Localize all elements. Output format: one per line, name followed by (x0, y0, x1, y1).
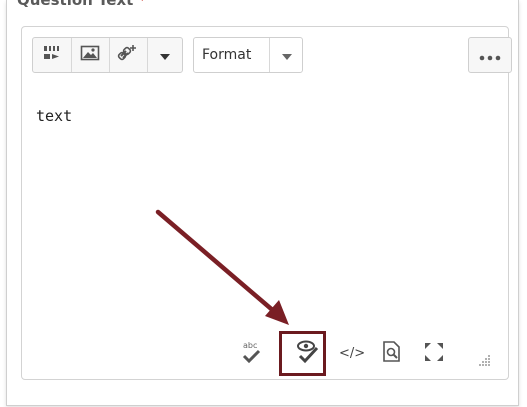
question-panel: Question Text * Format text abc </> (6, 0, 519, 406)
accessibility-checker-button[interactable] (293, 339, 323, 369)
insert-stuff-button[interactable] (33, 38, 72, 72)
spellcheck-button[interactable]: abc (237, 339, 267, 369)
format-dropdown-button[interactable] (269, 38, 303, 72)
source-code-text: </> (339, 346, 365, 361)
format-select-value: Format (202, 47, 252, 63)
preview-button[interactable] (377, 339, 407, 369)
fullscreen-button[interactable] (419, 339, 449, 369)
insert-stuff-icon (42, 44, 62, 66)
question-text-label: Question Text * (17, 0, 146, 9)
html-editor: Format text abc </> (21, 26, 512, 380)
resize-handle-icon (477, 351, 491, 370)
spellcheck-icon: abc (240, 339, 264, 369)
screenshot-canvas: Question Text * Format text abc </> (0, 0, 527, 407)
source-code-button[interactable]: </> (337, 339, 367, 369)
required-marker: * (138, 0, 147, 9)
ellipsis-icon (479, 46, 501, 65)
spellcheck-abc-text: abc (243, 341, 257, 350)
source-code-icon: </> (338, 343, 366, 365)
fullscreen-icon (423, 341, 445, 367)
question-text-label-text: Question Text (17, 0, 134, 9)
caret-down-icon (281, 46, 293, 65)
insert-quicklink-button[interactable] (109, 38, 148, 72)
insert-image-button[interactable] (71, 38, 110, 72)
caret-down-icon (159, 46, 171, 65)
editor-content[interactable]: text (36, 107, 72, 125)
insert-dropdown-button[interactable] (147, 38, 182, 72)
accessibility-checker-icon (295, 339, 321, 369)
insert-quicklink-icon (117, 43, 139, 67)
resize-handle[interactable] (469, 345, 499, 375)
insert-toolbar-group (32, 37, 183, 73)
more-actions-button[interactable] (468, 37, 512, 73)
insert-image-icon (80, 44, 100, 66)
preview-icon (381, 340, 403, 368)
format-select[interactable]: Format (193, 37, 303, 73)
